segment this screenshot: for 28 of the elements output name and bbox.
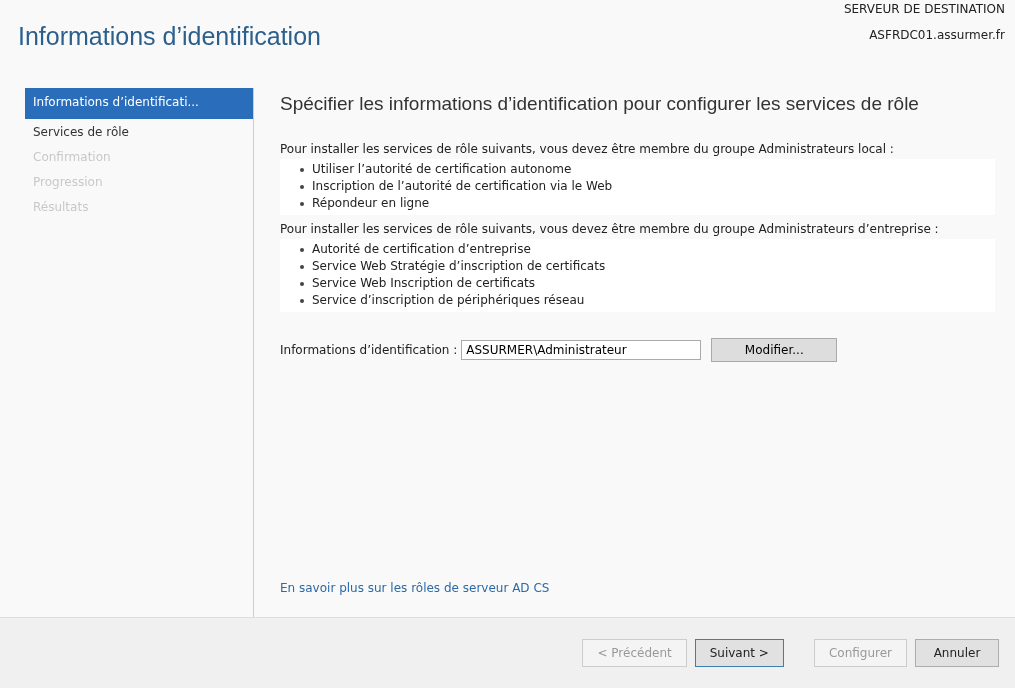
- intro-text: Pour installer les services de rôle suivants, vous devez être membre du groupe Administrateurs local :: [280, 141, 895, 158]
- bullet-icon: [300, 184, 304, 189]
- intro-text: Pour installer les services de rôle suivants, vous devez être membre du groupe Administrateurs d’entreprise :: [280, 221, 940, 238]
- sidebar-item[interactable]: Informations d’identificati...: [25, 88, 253, 119]
- role-item: Service Web Inscription de certificats: [312, 275, 536, 292]
- window-title: Informations d’identification: [18, 22, 321, 52]
- role-item: Autorité de certification d’entreprise: [312, 241, 531, 258]
- modify-button[interactable]: Modifier...: [711, 338, 838, 362]
- bullet-icon: [300, 247, 304, 252]
- page-heading: Spécifier les informations d’identification pour configurer les services de rôle: [280, 92, 920, 116]
- role-item: Répondeur en ligne: [312, 195, 430, 212]
- learn-more-link[interactable]: En savoir plus sur les rôles de serveur AD CS: [280, 581, 550, 595]
- wizard-button[interactable]: Annuler: [915, 639, 999, 667]
- role-item: Service d’inscription de périphériques réseau: [312, 292, 585, 309]
- bullet-icon: [300, 264, 304, 269]
- sidebar-item[interactable]: Services de rôle: [25, 119, 253, 144]
- role-item: Inscription de l’autorité de certification via le Web: [312, 178, 613, 195]
- bullet-icon: [300, 298, 304, 303]
- server-name: ASFRDC01.assurmer.fr: [869, 28, 1005, 42]
- role-item: Service Web Stratégie d’inscription de certificats: [312, 258, 606, 275]
- bullet-icon: [300, 201, 304, 206]
- credentials-label: Informations d’identification :: [280, 343, 458, 357]
- role-item: Utiliser l’autorité de certification autonome: [312, 161, 572, 178]
- destination-label: SERVEUR DE DESTINATION: [843, 2, 1005, 16]
- credentials-field[interactable]: ASSURMER\Administrateur: [461, 340, 702, 360]
- wizard-button[interactable]: Suivant >: [694, 639, 784, 667]
- bullet-icon: [300, 281, 304, 286]
- bullet-icon: [300, 167, 304, 172]
